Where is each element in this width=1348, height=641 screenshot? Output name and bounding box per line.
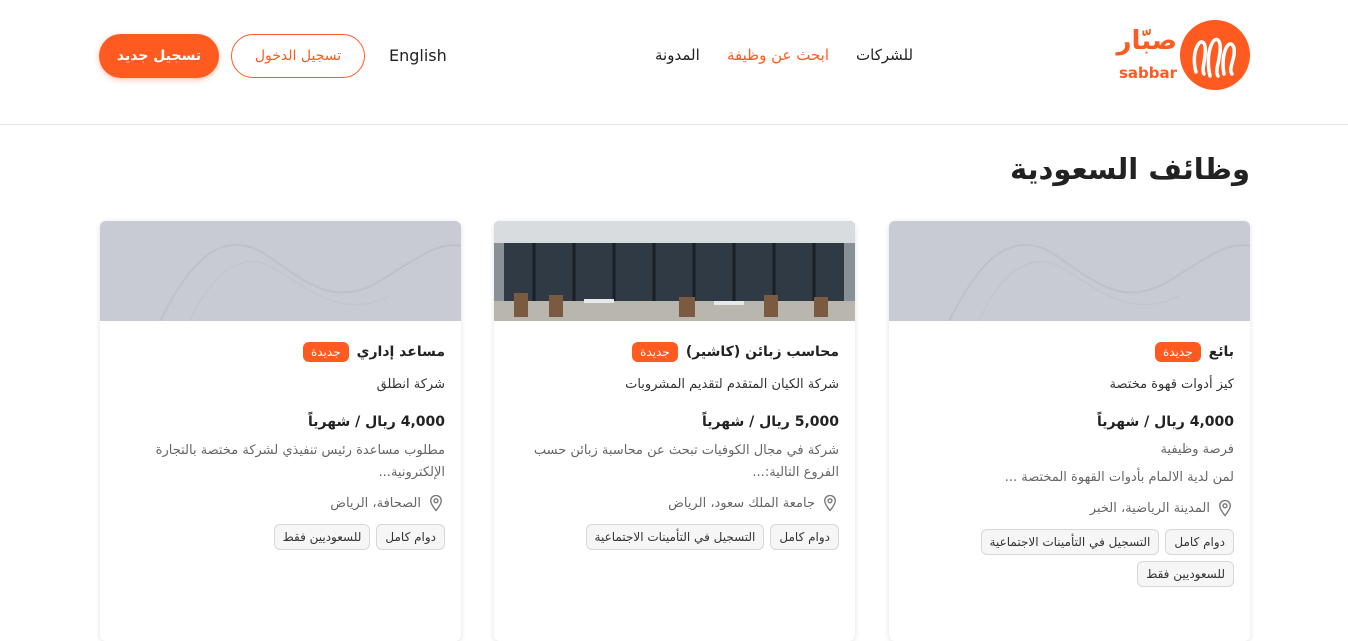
sabbar-logo[interactable]: صبّار sabbar	[1108, 20, 1253, 92]
location-text: جامعة الملك سعود، الرياض	[668, 495, 815, 511]
job-card[interactable]: مساعد إداري جديدة شركة انطلق 4,000 ريال …	[100, 221, 461, 641]
tag-saudis-only: للسعوديين فقط	[273, 524, 371, 550]
location-pin-icon	[824, 494, 836, 512]
page-title: وظائف السعودية	[1009, 152, 1250, 186]
job-location: المدينة الرياضية، الخبر	[905, 499, 1234, 517]
salary: 4,000 ريال / شهرياً	[308, 414, 445, 430]
job-location: جامعة الملك سعود، الرياض	[510, 494, 839, 512]
location-text: المدينة الرياضية، الخبر	[1089, 500, 1210, 516]
tag-saudis-only: للسعوديين فقط	[1137, 561, 1234, 587]
salary: 5,000 ريال / شهرياً	[702, 414, 839, 430]
signup-button[interactable]: تسجيل جديد	[99, 34, 219, 78]
nav-companies-link[interactable]: للشركات	[856, 46, 913, 64]
language-switch[interactable]: English	[389, 46, 447, 65]
tag-full-time: دوام كامل	[376, 524, 445, 550]
tag-social-insurance: التسجيل في التأمينات الاجتماعية	[980, 529, 1160, 555]
company-name: كيز أدوات قهوة مختصة	[1109, 377, 1234, 392]
site-header: صبّار sabbar للشركات ابحث عن وظيفة المدو…	[0, 0, 1348, 125]
job-title[interactable]: بائع	[1209, 344, 1234, 360]
job-subtitle: فرصة وظيفية	[1160, 442, 1234, 457]
salary: 4,000 ريال / شهرياً	[1097, 414, 1234, 430]
login-button[interactable]: تسجيل الدخول	[231, 34, 365, 78]
job-description: مطلوب مساعدة رئيس تنفيذي لشركة مختصة بال…	[155, 443, 445, 480]
company-name: شركة الكيان المتقدم لتقديم المشروبات	[625, 377, 839, 392]
job-image-placeholder	[889, 221, 1250, 321]
job-photo	[494, 221, 855, 321]
job-description: لمن لدية الالمام بأدوات القهوة المختصة .…	[1004, 470, 1234, 485]
nav-find-job-link[interactable]: ابحث عن وظيفة	[727, 46, 829, 64]
job-title[interactable]: محاسب زبائن (كاشير)	[686, 344, 839, 360]
company-name: شركة انطلق	[376, 377, 445, 392]
location-text: الصحافة، الرياض	[330, 495, 421, 511]
job-tags: دوام كامل التسجيل في التأمينات الاجتماعي…	[510, 524, 839, 550]
nav-blog-link[interactable]: المدونة	[655, 46, 700, 64]
job-location: الصحافة، الرياض	[116, 494, 445, 512]
location-pin-icon	[1219, 499, 1231, 517]
tag-social-insurance: التسجيل في التأمينات الاجتماعية	[585, 524, 765, 550]
new-badge: جديدة	[302, 342, 349, 362]
new-badge: جديدة	[632, 342, 678, 362]
new-badge: جديدة	[1155, 342, 1201, 362]
logo-english-text: sabbar	[1118, 64, 1177, 82]
job-card[interactable]: بائع جديدة كيز أدوات قهوة مختصة 4,000 ري…	[889, 221, 1250, 641]
logo-mark-icon	[1180, 20, 1250, 90]
job-description: شركة في مجال الكوفيات تبحث عن محاسبة زبا…	[533, 443, 839, 480]
logo-arabic-text: صبّار	[1116, 26, 1177, 56]
tag-full-time: دوام كامل	[1165, 529, 1234, 555]
job-card[interactable]: محاسب زبائن (كاشير) جديدة شركة الكيان ال…	[494, 221, 855, 641]
job-title[interactable]: مساعد إداري	[357, 344, 445, 360]
job-tags: دوام كامل التسجيل في التأمينات الاجتماعي…	[905, 529, 1234, 587]
job-image-placeholder	[100, 221, 461, 321]
tag-full-time: دوام كامل	[770, 524, 839, 550]
location-pin-icon	[430, 494, 442, 512]
job-tags: دوام كامل للسعوديين فقط	[116, 524, 445, 550]
